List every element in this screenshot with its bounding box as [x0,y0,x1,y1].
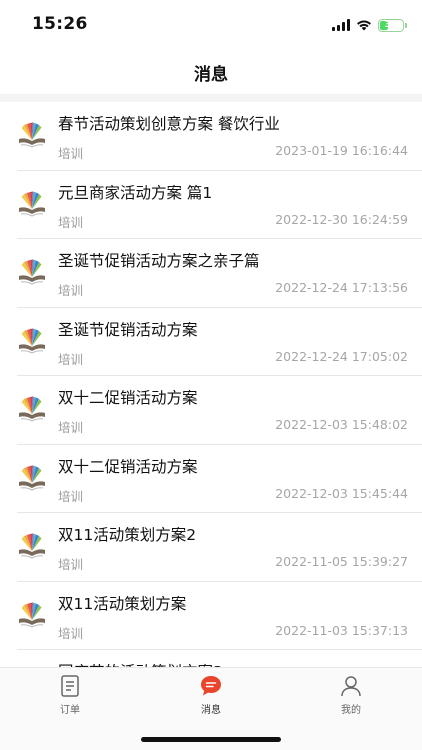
tab-messages[interactable]: 消息 [171,674,251,716]
message-title: 国庆节的活动策划方案3 [58,660,223,667]
message-title: 双11活动策划方案2 [58,526,197,544]
tab-mine[interactable]: 我的 [311,674,391,716]
message-tag: 培训 [58,420,84,435]
tab-orders[interactable]: 订单 [30,674,110,716]
book-icon [19,533,45,559]
nav-bar: 消息 [0,50,422,94]
message-tag: 培训 [58,283,84,298]
message-timestamp: 2022-11-03 15:37:13 [275,622,408,638]
document-icon [61,675,79,697]
cellular-signal-icon [332,19,350,31]
header-divider [0,94,422,102]
message-timestamp: 2022-12-24 17:13:56 [275,280,408,295]
tab-bar: 订单 消息 我的 [0,667,422,750]
message-timestamp: 2022-12-30 16:24:59 [275,211,408,227]
message-item[interactable]: 双11活动策划方案2 培训 2022-11-05 15:39:27 [17,513,422,582]
message-timestamp: 2022-11-05 15:39:27 [275,554,408,569]
message-title: 春节活动策划创意方案 餐饮行业 [58,115,280,133]
page-title: 消息 [194,64,228,85]
message-timestamp: 2022-12-03 15:48:02 [275,417,408,432]
message-item[interactable]: 双十二促销活动方案 培训 2022-12-03 15:45:44 [17,445,422,513]
person-icon [341,676,361,697]
book-icon [19,465,45,491]
message-item[interactable]: 圣诞节促销活动方案 培训 2022-12-24 17:05:02 [17,308,422,376]
status-time: 15:26 [32,14,88,34]
battery-percent: 37 [384,20,398,30]
message-item[interactable]: 国庆节的活动策划方案3 培训 [17,650,422,667]
wifi-icon [357,20,371,31]
message-item[interactable]: 双11活动策划方案 培训 2022-11-03 15:37:13 [17,582,422,650]
message-tag: 培训 [58,214,84,230]
message-tag: 培训 [58,625,84,641]
message-tag: 培训 [58,351,84,367]
tab-messages-label: 消息 [201,705,221,716]
message-item[interactable]: 圣诞节促销活动方案之亲子篇 培训 2022-12-24 17:13:56 [17,239,422,308]
battery-icon: 37 [378,18,407,32]
message-title: 圣诞节促销活动方案之亲子篇 [58,252,260,270]
message-item[interactable]: 元旦商家活动方案 篇1 培训 2022-12-30 16:24:59 [17,171,422,239]
message-title: 双十二促销活动方案 [58,457,198,476]
message-timestamp: 2023-01-19 16:16:44 [275,143,408,158]
message-tag: 培训 [58,557,84,572]
message-title: 圣诞节促销活动方案 [58,320,198,339]
status-bar: 15:26 37 [0,0,422,50]
book-icon [19,396,45,422]
tab-mine-label: 我的 [341,705,361,716]
home-indicator [141,737,281,742]
message-timestamp: 2022-12-03 15:45:44 [275,485,408,501]
book-icon [19,602,45,628]
message-timestamp: 2022-12-24 17:05:02 [275,348,408,364]
message-list[interactable]: 春节活动策划创意方案 餐饮行业 培训 2023-01-19 16:16:44 元… [0,102,422,667]
chat-bubble-icon [201,676,221,696]
book-icon [19,259,45,285]
message-title: 双11活动策划方案 [58,594,187,613]
status-indicators: 37 [332,16,407,34]
message-title: 双十二促销活动方案 [58,389,198,407]
message-tag: 培训 [58,488,84,504]
message-item[interactable]: 春节活动策划创意方案 餐饮行业 培训 2023-01-19 16:16:44 [17,102,422,171]
message-item[interactable]: 双十二促销活动方案 培训 2022-12-03 15:48:02 [17,376,422,445]
message-tag: 培训 [58,146,84,161]
book-icon [19,122,45,148]
message-title: 元旦商家活动方案 篇1 [58,183,213,202]
tab-orders-label: 订单 [60,705,80,716]
book-icon [19,191,45,217]
book-icon [19,328,45,354]
